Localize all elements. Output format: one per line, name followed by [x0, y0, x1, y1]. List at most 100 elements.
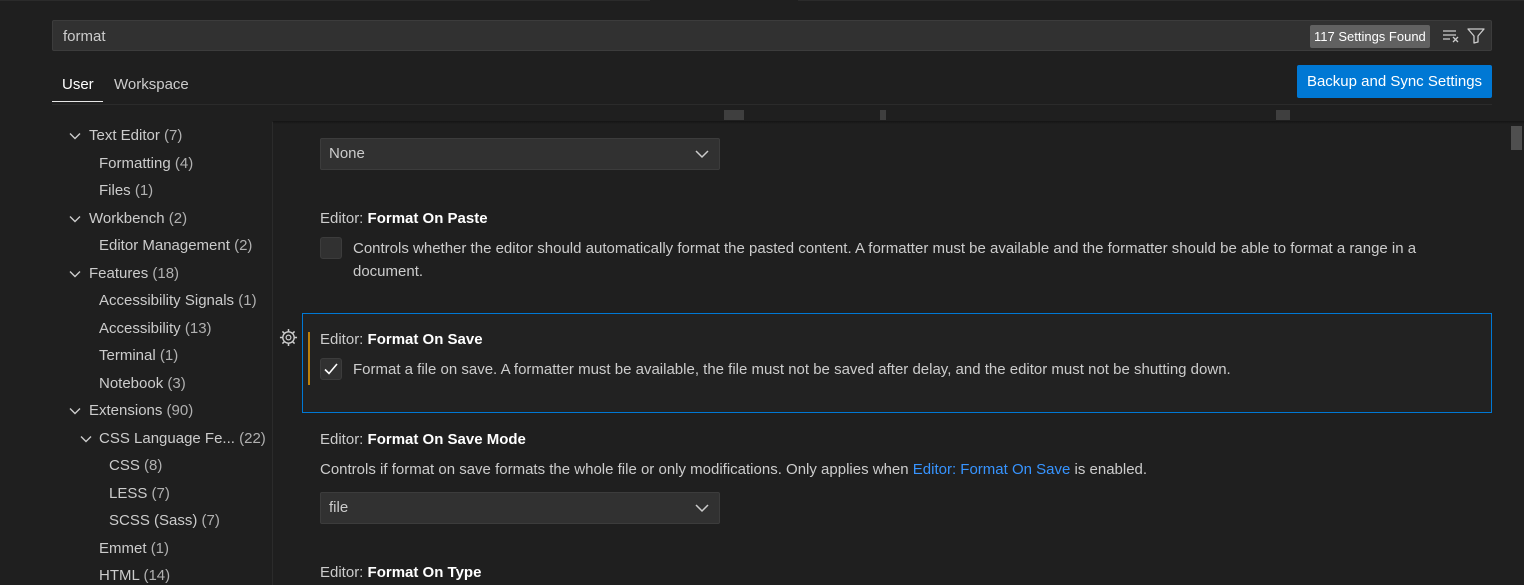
toc-item[interactable]: Workbench (2) — [89, 208, 187, 230]
toc-item-count: (1) — [150, 539, 170, 557]
chevron-down-icon — [695, 150, 709, 159]
scroll-shadow — [273, 121, 1524, 124]
toc-item-count: (1) — [238, 292, 257, 309]
checkmark-icon — [324, 363, 338, 375]
toc-item-label: CSS Language Fe... — [99, 429, 235, 447]
toc-item-label: Extensions — [89, 402, 163, 419]
setting-title-format-on-save: Editor: Format On Save — [320, 330, 483, 350]
chevron-down-icon — [695, 504, 709, 513]
scrollbar[interactable] — [1510, 124, 1524, 585]
dropdown-value: file — [329, 499, 349, 516]
clear-filter-icon[interactable] — [1440, 26, 1462, 46]
toc-item[interactable]: Terminal (1) — [99, 345, 178, 367]
modified-indicator — [308, 332, 310, 385]
chevron-down-icon[interactable] — [69, 405, 81, 417]
toc-item-label: Files — [99, 182, 131, 199]
toc-item-count: (18) — [152, 264, 180, 282]
settings-toc: Text Editor (7) Formatting (4) Files (1) Wo… — [0, 122, 273, 585]
setting-name: Format On Save Mode — [367, 431, 526, 448]
chevron-down-icon[interactable] — [69, 130, 81, 142]
toc-item[interactable]: Features (18) — [89, 263, 179, 285]
toc-item[interactable]: Extensions (90) — [89, 400, 193, 422]
toc-item-label: Accessibility — [99, 319, 181, 337]
toc-item-label: CSS — [109, 457, 140, 474]
toc-item[interactable]: HTML (14) — [99, 565, 170, 585]
toc-item[interactable]: CSS (8) — [109, 455, 162, 477]
backup-sync-button[interactable]: Backup and Sync Settings — [1297, 65, 1492, 98]
toc-item-count: (7) — [151, 484, 170, 502]
settings-count-badge: 117 Settings Found — [1310, 25, 1430, 48]
setting-title-format-on-save-mode: Editor: Format On Save Mode — [320, 430, 526, 450]
toc-item-label: Formatting — [99, 154, 171, 172]
toc-item[interactable]: Notebook (3) — [99, 373, 186, 395]
setting-category: Editor: — [320, 210, 368, 227]
chevron-down-icon[interactable] — [80, 433, 92, 445]
clipped-text — [724, 110, 744, 120]
toc-item-count: (1) — [159, 347, 179, 364]
setting-name: Format On Paste — [367, 210, 488, 227]
toc-item-count: (22) — [239, 429, 266, 447]
settings-search-bar[interactable]: 117 Settings Found — [52, 20, 1492, 51]
setting-title-format-on-type: Editor: Format On Type — [320, 563, 481, 583]
settings-search-input[interactable] — [61, 25, 1161, 47]
toc-item-label: Emmet — [99, 539, 147, 557]
toc-item[interactable]: Text Editor (7) — [89, 125, 182, 147]
toc-item-count: (7) — [201, 512, 220, 529]
toc-item-count: (13) — [184, 319, 212, 337]
format-on-paste-checkbox[interactable] — [320, 237, 342, 259]
chevron-down-icon[interactable] — [69, 268, 81, 280]
setting-title-format-on-paste: Editor: Format On Paste — [320, 209, 488, 229]
toc-item-label: LESS — [109, 484, 148, 502]
scrollbar-thumb[interactable] — [1511, 126, 1522, 150]
toc-item-count: (3) — [167, 374, 186, 392]
toc-item-label: Text Editor — [89, 127, 160, 144]
toc-item-count: (1) — [134, 182, 154, 199]
toc-item-label: HTML — [99, 567, 140, 584]
top-divider — [798, 0, 1524, 1]
setting-link[interactable]: Editor: Format On Save — [913, 461, 1071, 478]
active-tab-indicator — [52, 101, 103, 102]
tabs-divider — [52, 104, 1492, 105]
tab-workspace[interactable]: Workspace — [114, 76, 189, 94]
toc-item-label: Features — [89, 264, 149, 282]
description-text: Controls if format on save formats the w… — [320, 461, 913, 478]
toc-item-count: (2) — [168, 209, 188, 227]
gear-icon[interactable] — [279, 328, 298, 347]
setting-name: Format On Type — [367, 564, 482, 581]
setting-description: Controls if format on save formats the w… — [320, 458, 1490, 481]
toc-item-count: (8) — [144, 457, 163, 474]
tab-user[interactable]: User — [62, 76, 94, 94]
toc-item-count: (2) — [234, 237, 253, 254]
toc-item-label: Workbench — [89, 209, 165, 227]
setting-dropdown[interactable]: None — [320, 138, 720, 170]
description-text: is enabled. — [1070, 461, 1148, 478]
filter-icon[interactable] — [1465, 26, 1487, 46]
setting-name: Format On Save — [367, 331, 483, 348]
toc-item[interactable]: Formatting (4) — [99, 153, 193, 175]
toc-item-count: (7) — [164, 127, 183, 144]
clipped-text — [880, 110, 886, 120]
settings-editor: 117 Settings Found User Workspace Backup… — [0, 0, 1524, 585]
toc-item[interactable]: SCSS (Sass) (7) — [109, 510, 220, 532]
setting-category: Editor: — [320, 564, 368, 581]
format-on-save-mode-dropdown[interactable]: file — [320, 492, 720, 524]
clipped-text — [1276, 110, 1290, 120]
toc-item[interactable]: Accessibility Signals (1) — [99, 290, 257, 312]
chevron-down-icon[interactable] — [69, 213, 81, 225]
format-on-save-checkbox[interactable] — [320, 358, 342, 380]
top-divider — [0, 0, 650, 1]
toc-item[interactable]: Accessibility (13) — [99, 318, 212, 340]
toc-item[interactable]: Files (1) — [99, 180, 153, 202]
toc-item[interactable]: Editor Management (2) — [99, 235, 252, 257]
setting-description: Format a file on save. A formatter must … — [353, 361, 1231, 378]
toc-item-count: (4) — [174, 154, 194, 172]
toc-item[interactable]: Emmet (1) — [99, 538, 169, 560]
toc-divider — [272, 122, 273, 585]
toc-item-label: Terminal — [99, 347, 156, 364]
toc-item-count: (14) — [143, 567, 171, 584]
toc-item[interactable]: CSS Language Fe... (22) — [99, 428, 266, 450]
toc-item-label: Accessibility Signals — [99, 292, 235, 309]
toc-item-count: (90) — [166, 402, 194, 419]
dropdown-value: None — [329, 145, 365, 162]
toc-item[interactable]: LESS (7) — [109, 483, 170, 505]
